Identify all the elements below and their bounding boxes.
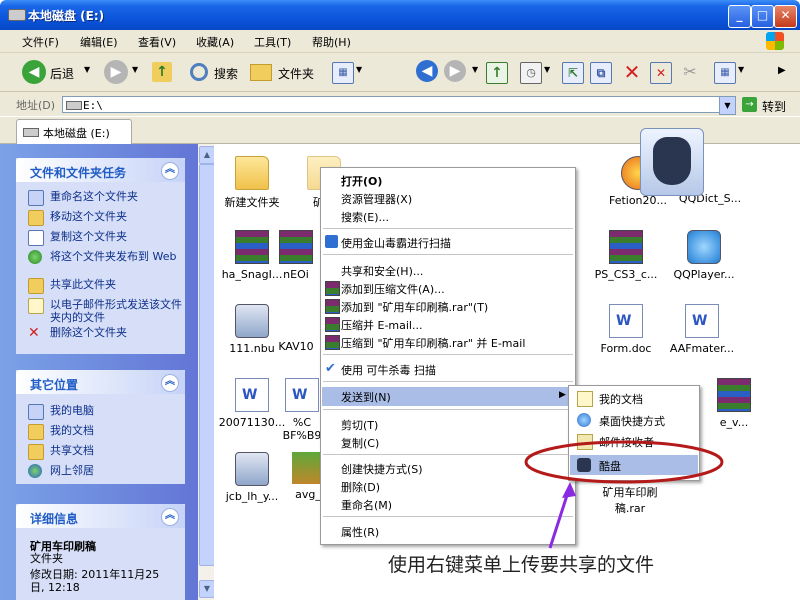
annotation-text: 使用右键菜单上传要共享的文件 [388, 554, 655, 576]
annotation-overlay [524, 440, 724, 549]
annotation-arrowhead [562, 482, 576, 498]
highlight-ellipse [524, 440, 724, 484]
